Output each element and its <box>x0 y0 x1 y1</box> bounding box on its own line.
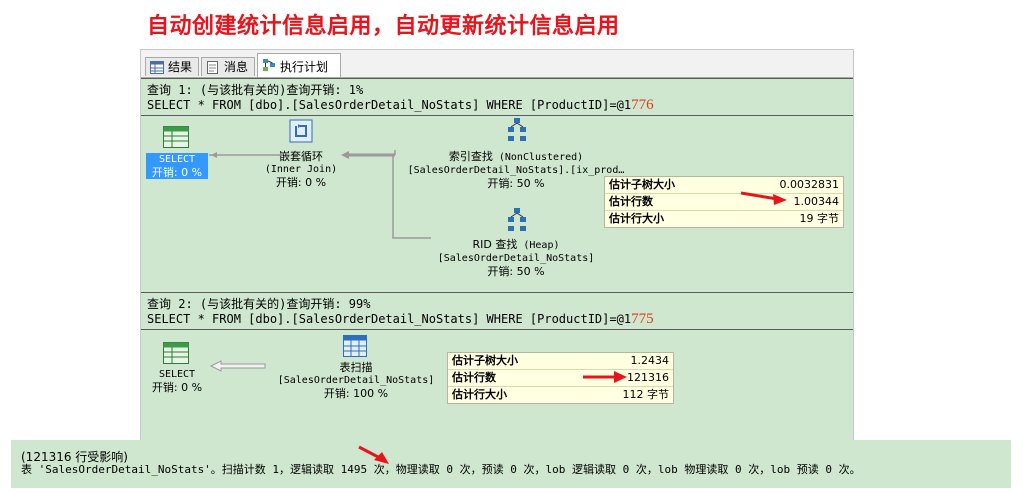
results-tabbar: 结果 消息 执行计划 <box>141 50 853 78</box>
table-scan-icon[interactable] <box>343 335 367 357</box>
tooltip-value: 1.2434 <box>630 354 670 367</box>
messages-panel: (121316 行受影响) 表 'SalesOrderDetail_NoStat… <box>11 440 1011 488</box>
query2-header: 查询 2: (与该批有关的)查询开销: 99% SELECT * FROM [d… <box>141 292 853 330</box>
query2-table-scan-operator[interactable]: 表扫描 [SalesOrderDetail_NoStats] 开销: 100 % <box>266 361 446 400</box>
select-operator-icon <box>163 342 189 364</box>
messages-red-arrow-icon <box>358 445 389 464</box>
query2-table-scan-cost: 开销: 100 % <box>323 387 389 400</box>
results-panel: 结果 消息 执行计划 查询 1: (与该批有关的)查询开销: 1% SELECT… <box>140 49 854 451</box>
tooltip-value: 112 字节 <box>622 388 670 401</box>
tooltip-value: 19 字节 <box>799 212 840 225</box>
query2-table-scan-object: [SalesOrderDetail_NoStats] <box>277 375 435 386</box>
tooltip-label: 估计子树大小 <box>452 354 518 367</box>
tooltip-row: 估计行大小 19 字节 <box>605 211 843 227</box>
tab-results[interactable]: 结果 <box>145 57 199 76</box>
connector-rid-to-nl <box>392 150 431 239</box>
tooltip-row: 估计行数 1.00344 <box>605 194 843 211</box>
tooltip-label: 估计行大小 <box>452 388 507 401</box>
tooltip-label: 估计行数 <box>452 371 496 384</box>
message-icon <box>207 61 218 74</box>
query2-select-operator[interactable]: SELECT 开销: 0 % <box>146 368 208 394</box>
query2-select-cost: 开销: 0 % <box>151 381 203 394</box>
tooltip-label: 估计行大小 <box>609 212 664 225</box>
query1-red-arrow-icon <box>740 191 787 205</box>
query2-connector <box>209 360 266 372</box>
execution-plan-canvas: 查询 1: (与该批有关的)查询开销: 1% SELECT * FROM [db… <box>141 78 853 450</box>
tooltip-row: 估计行大小 112 字节 <box>448 387 673 403</box>
tooltip-label: 估计子树大小 <box>609 178 675 191</box>
connector-arrowhead <box>211 152 217 158</box>
execution-plan-icon <box>263 59 275 71</box>
query2-sql-text: SELECT * FROM [dbo].[SalesOrderDetail_No… <box>147 312 632 326</box>
connector-arrowhead <box>341 151 349 159</box>
tooltip-row: 估计子树大小 1.2434 <box>448 353 673 370</box>
tab-execution-plan-label: 执行计划 <box>280 60 329 74</box>
grid-icon <box>150 61 164 74</box>
query1-estimate-tooltip: 估计子树大小 0.0032831 估计行数 1.00344 估计行大小 19 字… <box>604 176 844 228</box>
query2-title: 查询 2: (与该批有关的)查询开销: 99% <box>147 297 371 311</box>
query2-annotation: 775 <box>631 311 654 327</box>
tooltip-label: 估计行数 <box>609 195 653 208</box>
query2-estimate-tooltip: 估计子树大小 1.2434 估计行数 121316 估计行大小 112 字节 <box>447 352 674 404</box>
query2-sql: SELECT * FROM [dbo].[SalesOrderDetail_No… <box>147 311 654 328</box>
query2-red-arrow-icon <box>583 371 627 383</box>
annotation-heading: 自动创建统计信息启用，自动更新统计信息启用 <box>147 14 620 39</box>
tab-messages-label: 消息 <box>224 60 249 74</box>
tab-execution-plan[interactable]: 执行计划 <box>257 53 341 77</box>
tooltip-row: 估计行数 121316 <box>448 370 673 387</box>
io-statistics-text: 表 'SalesOrderDetail_NoStats'。扫描计数 1，逻辑读取… <box>21 463 861 476</box>
query2-table-scan-name: 表扫描 <box>339 361 373 374</box>
tooltip-value: 1.00344 <box>793 195 840 208</box>
query2-select-name: SELECT <box>158 369 196 380</box>
tooltip-row: 估计子树大小 0.0032831 <box>605 177 843 194</box>
tooltip-value: 121316 <box>627 371 669 384</box>
tab-messages[interactable]: 消息 <box>201 57 255 76</box>
tab-results-label: 结果 <box>168 60 193 74</box>
